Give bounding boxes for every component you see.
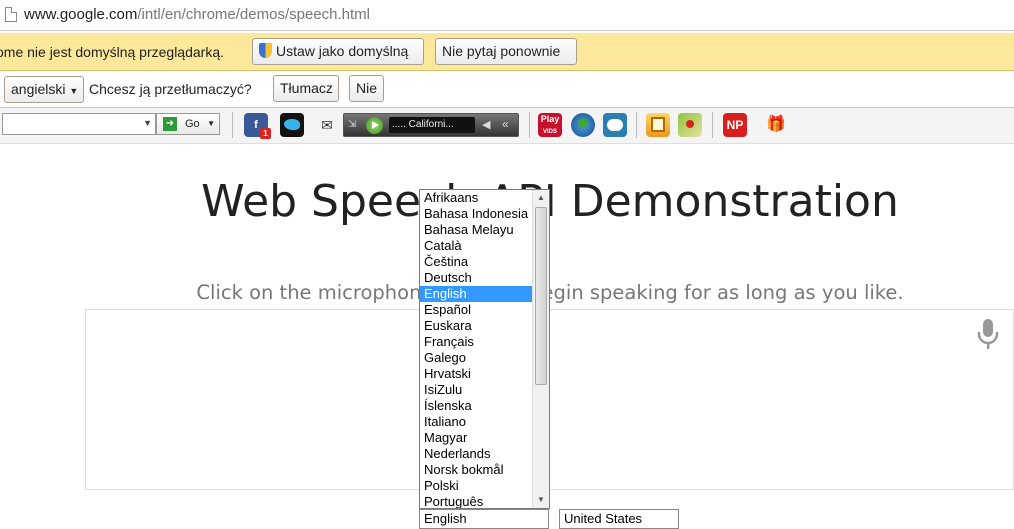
language-select[interactable]: English (419, 509, 549, 529)
set-default-button[interactable]: Ustaw jako domyślną (252, 38, 424, 65)
go-button[interactable]: ➜ Go ▼ (156, 113, 220, 135)
chevron-down-icon[interactable]: ▼ (207, 119, 215, 128)
language-dropdown-list[interactable]: Afrikaans Bahasa Indonesia Bahasa Melayu Ca… (419, 189, 550, 509)
news-icon[interactable]: NP (723, 113, 747, 137)
minimize-icon[interactable]: ⇲ (348, 119, 356, 130)
translate-language-select[interactable]: angielski ▼ (4, 76, 84, 103)
language-option[interactable]: Italiano (420, 414, 533, 430)
url-host: www.google.com (24, 6, 138, 23)
toolbar-search-input[interactable]: ▼ (2, 113, 156, 135)
go-label: Go (185, 118, 200, 130)
language-option[interactable]: Bahasa Indonesia (420, 206, 533, 222)
mail-icon[interactable]: ✉ (315, 113, 339, 137)
language-option[interactable]: Español (420, 302, 533, 318)
play-vids-icon[interactable]: Play VIDS (538, 113, 562, 137)
dropdown-scrollbar[interactable]: ▲ ▼ (532, 190, 549, 508)
language-option[interactable]: Français (420, 334, 533, 350)
microphone-icon[interactable] (976, 318, 1000, 350)
radio-station[interactable]: ..... Californi... (389, 117, 475, 133)
dialect-select[interactable]: United States (559, 509, 679, 529)
language-option[interactable]: Nederlands (420, 446, 533, 462)
language-option[interactable]: Afrikaans (420, 190, 533, 206)
calculator-icon[interactable] (646, 113, 670, 137)
language-option[interactable]: Čeština (420, 254, 533, 270)
volume-icon[interactable]: ◀ (482, 118, 490, 131)
translate-question: Chcesz ją przetłumaczyć? (89, 81, 252, 97)
language-option[interactable]: Português (420, 494, 533, 508)
play-vids-label: Play (540, 114, 560, 124)
language-option[interactable]: English (420, 286, 533, 302)
language-option[interactable]: Polski (420, 478, 533, 494)
language-option[interactable]: Magyar (420, 430, 533, 446)
dont-ask-again-button[interactable]: Nie pytaj ponownie (435, 38, 577, 65)
scrollbar-thumb[interactable] (535, 207, 547, 385)
language-option[interactable]: Hrvatski (420, 366, 533, 382)
set-default-label: Ustaw jako domyślną (276, 43, 409, 59)
address-bar[interactable]: www.google.com/intl/en/chrome/demos/spee… (0, 0, 1014, 31)
language-option[interactable]: Bahasa Melayu (420, 222, 533, 238)
scroll-down-icon[interactable]: ▼ (533, 492, 549, 508)
url-text[interactable]: www.google.com/intl/en/chrome/demos/spee… (24, 6, 370, 23)
toolbar-divider (636, 112, 637, 138)
language-options: Afrikaans Bahasa Indonesia Bahasa Melayu Ca… (420, 190, 533, 508)
default-browser-message: ome nie jest domyślną przeglądarką. (0, 44, 225, 60)
no-translate-button[interactable]: Nie (349, 75, 384, 102)
play-icon[interactable] (366, 117, 383, 134)
vids-caption: VIDS (542, 129, 557, 135)
weather-icon[interactable] (571, 113, 595, 137)
url-path: /intl/en/chrome/demos/speech.html (137, 6, 371, 23)
language-option[interactable]: Català (420, 238, 533, 254)
chevron-down-icon[interactable]: ▼ (143, 118, 152, 128)
language-option[interactable]: Galego (420, 350, 533, 366)
chevron-down-icon: ▼ (69, 86, 79, 96)
translate-language-label: angielski (11, 81, 66, 97)
toolbar-divider (529, 112, 530, 138)
language-option[interactable]: Íslenska (420, 398, 533, 414)
scroll-up-icon[interactable]: ▲ (533, 190, 549, 206)
toolbar-divider (712, 112, 713, 138)
language-option[interactable]: IsiZulu (420, 382, 533, 398)
toolbar-divider (232, 112, 233, 138)
shield-icon (259, 43, 272, 58)
language-option[interactable]: Deutsch (420, 270, 533, 286)
maps-icon[interactable] (678, 113, 702, 137)
collapse-icon[interactable]: « (502, 117, 509, 131)
arrow-right-icon: ➜ (163, 117, 177, 131)
twitter-icon[interactable] (280, 113, 304, 137)
gift-icon[interactable]: 🎁 (764, 113, 788, 137)
games-icon[interactable] (603, 113, 627, 137)
radio-player[interactable]: ⇲ ..... Californi... ◀ « (343, 113, 519, 137)
facebook-icon[interactable]: f1 (244, 113, 271, 139)
page-icon (5, 7, 17, 22)
translate-button[interactable]: Tłumacz (273, 75, 339, 102)
language-option[interactable]: Euskara (420, 318, 533, 334)
language-option[interactable]: Norsk bokmål (420, 462, 533, 478)
